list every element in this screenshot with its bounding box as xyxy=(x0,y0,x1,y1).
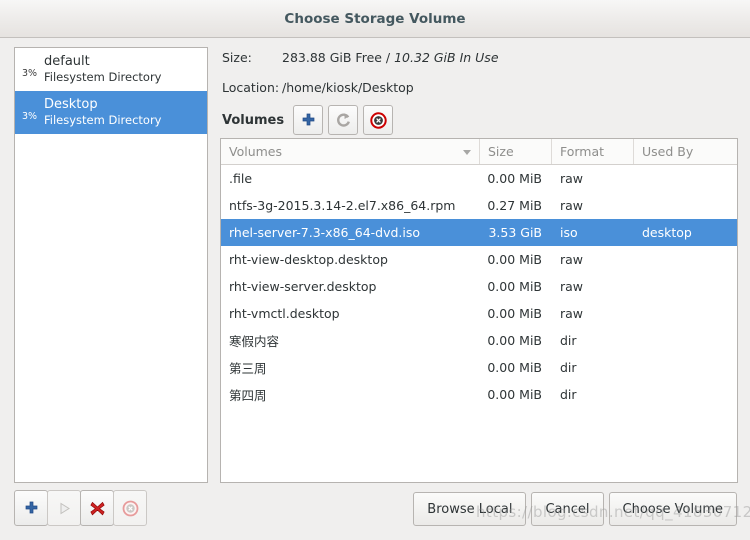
delete-x-icon xyxy=(89,501,105,515)
pool-name: Desktop xyxy=(44,97,98,112)
delete-volume-button[interactable] xyxy=(363,105,394,135)
pool-location-label: Location: xyxy=(222,80,280,95)
pool-location-row: Location:/home/kiosk/Desktop xyxy=(222,80,414,95)
window-title: Choose Storage Volume xyxy=(284,11,466,27)
delete-pool-button[interactable] xyxy=(80,490,114,526)
pool-action-buttons xyxy=(14,490,147,526)
cell-format: dir xyxy=(560,387,577,402)
storage-pool-list[interactable]: 3% default Filesystem Directory 3% Desktop Fi… xyxy=(14,47,208,483)
pool-size-in-use: 10.32 GiB In Use xyxy=(394,50,499,65)
cell-format: raw xyxy=(560,198,584,213)
dialog-button-box: Browse Local Cancel Choose Volume xyxy=(408,492,737,526)
cell-used-by: desktop xyxy=(642,225,692,240)
volumes-table-body: .file 0.00 MiB raw ntfs-3g-2015.3.14-2.el7.… xyxy=(221,165,737,408)
pool-size-free: 283.88 GiB Free / xyxy=(282,50,395,65)
browse-local-button[interactable]: Browse Local xyxy=(413,492,527,526)
window-titlebar: Choose Storage Volume xyxy=(0,0,750,38)
cell-name: rhel-server-7.3-x86_64-dvd.iso xyxy=(229,225,421,240)
pool-usage-percent: 3% xyxy=(22,68,38,79)
table-row[interactable]: rht-vmctl.desktop 0.00 MiB raw xyxy=(221,300,737,327)
stop-pool-button[interactable] xyxy=(113,490,147,526)
column-header-format[interactable]: Format xyxy=(552,139,634,164)
cell-size: 0.00 MiB xyxy=(487,279,542,294)
cell-size: 0.00 MiB xyxy=(487,252,542,267)
pool-size-row: Size: 283.88 GiB Free / 10.32 GiB In Use xyxy=(222,50,499,65)
plus-icon xyxy=(25,501,37,513)
cell-format: dir xyxy=(560,333,577,348)
stop-icon xyxy=(122,500,138,516)
add-pool-button[interactable] xyxy=(14,490,48,526)
column-header-volumes-label: Volumes xyxy=(229,144,283,159)
cell-size: 0.00 MiB xyxy=(487,360,542,375)
cell-size: 0.00 MiB xyxy=(487,171,542,186)
cell-name: .file xyxy=(229,171,253,186)
cell-name: rht-view-server.desktop xyxy=(229,279,377,294)
cell-name: rht-view-desktop.desktop xyxy=(229,252,388,267)
cell-size: 0.00 MiB xyxy=(487,387,542,402)
play-icon xyxy=(60,502,70,514)
cell-size: 0.00 MiB xyxy=(487,333,542,348)
column-header-size[interactable]: Size xyxy=(480,139,552,164)
column-header-format-label: Format xyxy=(560,144,605,159)
pool-location-value: /home/kiosk/Desktop xyxy=(282,80,414,95)
cell-name: 寒假内容 xyxy=(229,334,280,349)
cell-size: 3.53 GiB xyxy=(488,225,542,240)
pool-list-item[interactable]: 3% default Filesystem Directory xyxy=(15,48,207,91)
pool-size-label: Size: xyxy=(222,50,252,65)
column-header-size-label: Size xyxy=(488,144,514,159)
cell-format: dir xyxy=(560,360,577,375)
table-row[interactable]: rht-view-server.desktop 0.00 MiB raw xyxy=(221,273,737,300)
cell-format: raw xyxy=(560,306,584,321)
add-volume-button[interactable] xyxy=(293,105,324,135)
cell-name: ntfs-3g-2015.3.14-2.el7.x86_64.rpm xyxy=(229,198,456,213)
column-header-volumes[interactable]: Volumes xyxy=(221,139,480,164)
table-row[interactable]: .file 0.00 MiB raw xyxy=(221,165,737,192)
volumes-label: Volumes xyxy=(222,112,285,128)
column-header-used-by-label: Used By xyxy=(642,144,694,159)
table-row[interactable]: 第三周 0.00 MiB dir xyxy=(221,354,737,381)
table-row[interactable]: 第四周 0.00 MiB dir xyxy=(221,381,737,408)
pool-list-item[interactable]: 3% Desktop Filesystem Directory xyxy=(15,91,207,134)
start-pool-button[interactable] xyxy=(47,490,81,526)
table-row[interactable]: rht-view-desktop.desktop 0.00 MiB raw xyxy=(221,246,737,273)
cell-name: rht-vmctl.desktop xyxy=(229,306,340,321)
sort-descending-icon xyxy=(463,150,471,155)
refresh-icon xyxy=(336,112,350,127)
cell-size: 0.00 MiB xyxy=(487,306,542,321)
pool-name: default xyxy=(44,54,90,69)
pool-type: Filesystem Directory xyxy=(44,70,162,84)
table-row[interactable]: ntfs-3g-2015.3.14-2.el7.x86_64.rpm 0.27 M… xyxy=(221,192,737,219)
cell-size: 0.27 MiB xyxy=(487,198,542,213)
cell-format: raw xyxy=(560,279,584,294)
volumes-table[interactable]: Volumes Size Format Used By .file 0.00 Mi… xyxy=(220,138,738,483)
refresh-volumes-button[interactable] xyxy=(328,105,359,135)
cell-format: raw xyxy=(560,171,584,186)
cancel-button[interactable]: Cancel xyxy=(531,492,604,526)
column-header-used-by[interactable]: Used By xyxy=(634,139,737,164)
plus-icon xyxy=(302,113,314,125)
delete-circle-icon xyxy=(369,111,387,129)
table-row[interactable]: rhel-server-7.3-x86_64-dvd.iso 3.53 GiB is… xyxy=(221,219,737,246)
cell-name: 第四周 xyxy=(229,388,267,403)
cell-format: iso xyxy=(560,225,578,240)
choose-volume-button[interactable]: Choose Volume xyxy=(608,492,737,526)
pool-type: Filesystem Directory xyxy=(44,113,162,127)
volumes-toolbar: Volumes xyxy=(222,104,398,136)
pool-usage-percent: 3% xyxy=(22,111,38,122)
cell-name: 第三周 xyxy=(229,361,267,376)
volumes-table-header: Volumes Size Format Used By xyxy=(221,139,737,165)
table-row[interactable]: 寒假内容 0.00 MiB dir xyxy=(221,327,737,354)
cell-format: raw xyxy=(560,252,584,267)
